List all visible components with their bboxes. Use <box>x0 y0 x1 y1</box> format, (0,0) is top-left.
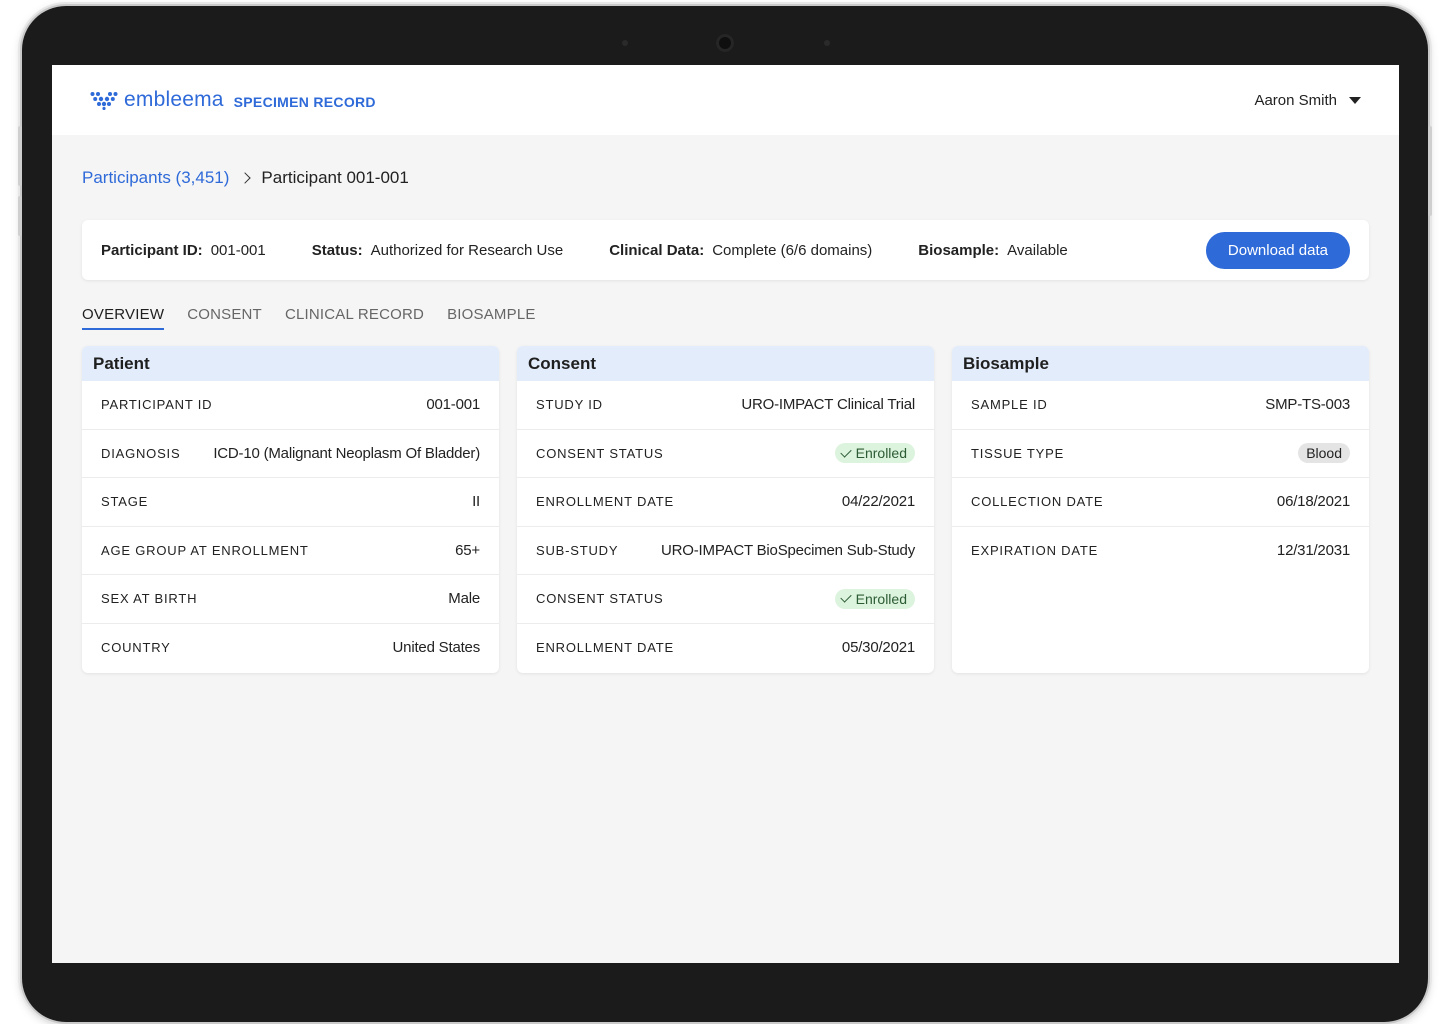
breadcrumb-participants-link[interactable]: Participants (3,451) <box>82 168 229 188</box>
side-button <box>18 126 22 186</box>
table-row: STAGE II <box>82 478 499 527</box>
row-key: TISSUE TYPE <box>971 445 1065 461</box>
row-value: 001-001 <box>426 396 480 414</box>
side-button <box>1428 126 1432 216</box>
row-value: URO-IMPACT Clinical Trial <box>741 396 915 414</box>
tab-bar: OVERVIEW CONSENT CLINICAL RECORD BIOSAMP… <box>82 306 536 330</box>
caret-down-icon <box>1349 96 1361 104</box>
tab-clinical-record[interactable]: CLINICAL RECORD <box>285 306 424 330</box>
row-key: SAMPLE ID <box>971 397 1048 413</box>
row-key: STUDY ID <box>536 397 603 413</box>
user-menu[interactable]: Aaron Smith <box>1254 92 1361 109</box>
row-key: SUB-STUDY <box>536 542 619 558</box>
summary-biosample: Biosample: Available <box>918 242 1067 259</box>
camera <box>716 34 734 52</box>
check-icon <box>839 591 852 603</box>
table-row: CONSENT STATUS Enrolled <box>517 575 934 624</box>
status-badge-label: Enrolled <box>855 590 907 607</box>
row-value: Male <box>448 590 480 608</box>
table-row: ENROLLMENT DATE 04/22/2021 <box>517 478 934 527</box>
status-badge-label: Enrolled <box>855 445 907 462</box>
user-name: Aaron Smith <box>1254 91 1337 109</box>
summary-value: Complete (6/6 domains) <box>712 241 873 259</box>
row-value: ICD-10 (Malignant Neoplasm Of Bladder) <box>213 444 480 462</box>
row-key: AGE GROUP AT ENROLLMENT <box>101 542 309 558</box>
row-value: 05/30/2021 <box>841 639 915 657</box>
row-key: SEX AT BIRTH <box>101 591 198 607</box>
table-row: SAMPLE ID SMP-TS-003 <box>952 381 1369 430</box>
tab-biosample[interactable]: BIOSAMPLE <box>447 306 536 330</box>
row-key: CONSENT STATUS <box>536 591 664 607</box>
breadcrumb-current: Participant 001-001 <box>261 168 409 187</box>
summary-value: Available <box>1007 241 1068 259</box>
tab-overview[interactable]: OVERVIEW <box>82 306 165 330</box>
row-value: II <box>472 493 480 511</box>
row-key: EXPIRATION DATE <box>971 543 1099 559</box>
card-title: Biosample <box>952 346 1369 381</box>
table-row: PARTICIPANT ID 001-001 <box>82 381 499 430</box>
summary-status: Status: Authorized for Research Use <box>312 242 563 259</box>
table-row: ENROLLMENT DATE 05/30/2021 <box>517 624 934 673</box>
row-key: ENROLLMENT DATE <box>536 640 674 656</box>
row-value: 04/22/2021 <box>841 493 915 511</box>
table-row: EXPIRATION DATE 12/31/2031 <box>952 527 1369 576</box>
embleema-logo-icon <box>90 92 118 110</box>
status-badge: Enrolled <box>834 588 915 609</box>
row-key: COLLECTION DATE <box>971 494 1104 510</box>
row-value: 65+ <box>455 541 480 559</box>
summary-label: Status: <box>311 241 363 259</box>
row-value: URO-IMPACT BioSpecimen Sub-Study <box>661 541 915 559</box>
table-row: COLLECTION DATE 06/18/2021 <box>952 478 1369 527</box>
download-data-button[interactable]: Download data <box>1205 231 1350 269</box>
summary-label: Clinical Data: <box>609 241 705 259</box>
summary-value: Authorized for Research Use <box>370 241 564 259</box>
table-row: AGE GROUP AT ENROLLMENT 65+ <box>82 527 499 575</box>
check-icon <box>839 446 852 458</box>
tissue-type-badge: Blood <box>1298 443 1350 464</box>
table-row: STUDY ID URO-IMPACT Clinical Trial <box>517 381 934 430</box>
tab-consent[interactable]: CONSENT <box>187 306 262 330</box>
row-key: CONSENT STATUS <box>536 445 664 461</box>
breadcrumb: Participants (3,451) Participant 001-001 <box>82 168 409 188</box>
summary-participant-id: Participant ID: 001-001 <box>101 242 266 259</box>
table-row: SUB-STUDY URO-IMPACT BioSpecimen Sub-Stud… <box>517 527 934 575</box>
summary-value: 001-001 <box>210 241 266 259</box>
patient-card: Patient PARTICIPANT ID 001-001 DIAGNOSIS I… <box>82 346 499 673</box>
row-value: 06/18/2021 <box>1276 493 1350 511</box>
summary-label: Participant ID: <box>101 241 203 259</box>
biosample-card: Biosample SAMPLE ID SMP-TS-003 TISSUE TYP… <box>952 346 1369 673</box>
row-key: DIAGNOSIS <box>101 445 181 461</box>
table-row: DIAGNOSIS ICD-10 (Malignant Neoplasm Of B… <box>82 430 499 478</box>
row-key: PARTICIPANT ID <box>101 397 213 413</box>
chevron-right-icon <box>239 172 252 184</box>
top-navigation-bar: embleema SPECIMEN RECORD Aaron Smith <box>52 65 1399 135</box>
summary-clinical-data: Clinical Data: Complete (6/6 domains) <box>609 242 872 259</box>
summary-label: Biosample: <box>918 241 1000 259</box>
table-row: CONSENT STATUS Enrolled <box>517 430 934 478</box>
app-screen: embleema SPECIMEN RECORD Aaron Smith Par… <box>52 65 1399 963</box>
brand[interactable]: embleema SPECIMEN RECORD <box>90 88 376 112</box>
sensor <box>824 40 830 46</box>
brand-subtitle: SPECIMEN RECORD <box>233 93 376 110</box>
sensor <box>622 40 628 46</box>
table-row: SEX AT BIRTH Male <box>82 575 499 624</box>
card-title: Patient <box>82 346 499 381</box>
row-value: United States <box>392 639 481 657</box>
consent-card: Consent STUDY ID URO-IMPACT Clinical Tria… <box>517 346 934 673</box>
row-value: SMP-TS-003 <box>1265 396 1350 414</box>
row-key: STAGE <box>101 494 149 510</box>
row-key: ENROLLMENT DATE <box>536 494 674 510</box>
card-title: Consent <box>517 346 934 381</box>
table-row: COUNTRY United States <box>82 624 499 673</box>
participant-summary-bar: Participant ID: 001-001 Status: Authoriz… <box>82 220 1369 280</box>
row-key: COUNTRY <box>101 640 171 656</box>
side-button <box>18 196 22 236</box>
row-value: 12/31/2031 <box>1276 542 1350 560</box>
table-row: TISSUE TYPE Blood <box>952 430 1369 478</box>
status-badge: Enrolled <box>834 443 915 464</box>
brand-name: embleema <box>124 88 224 111</box>
